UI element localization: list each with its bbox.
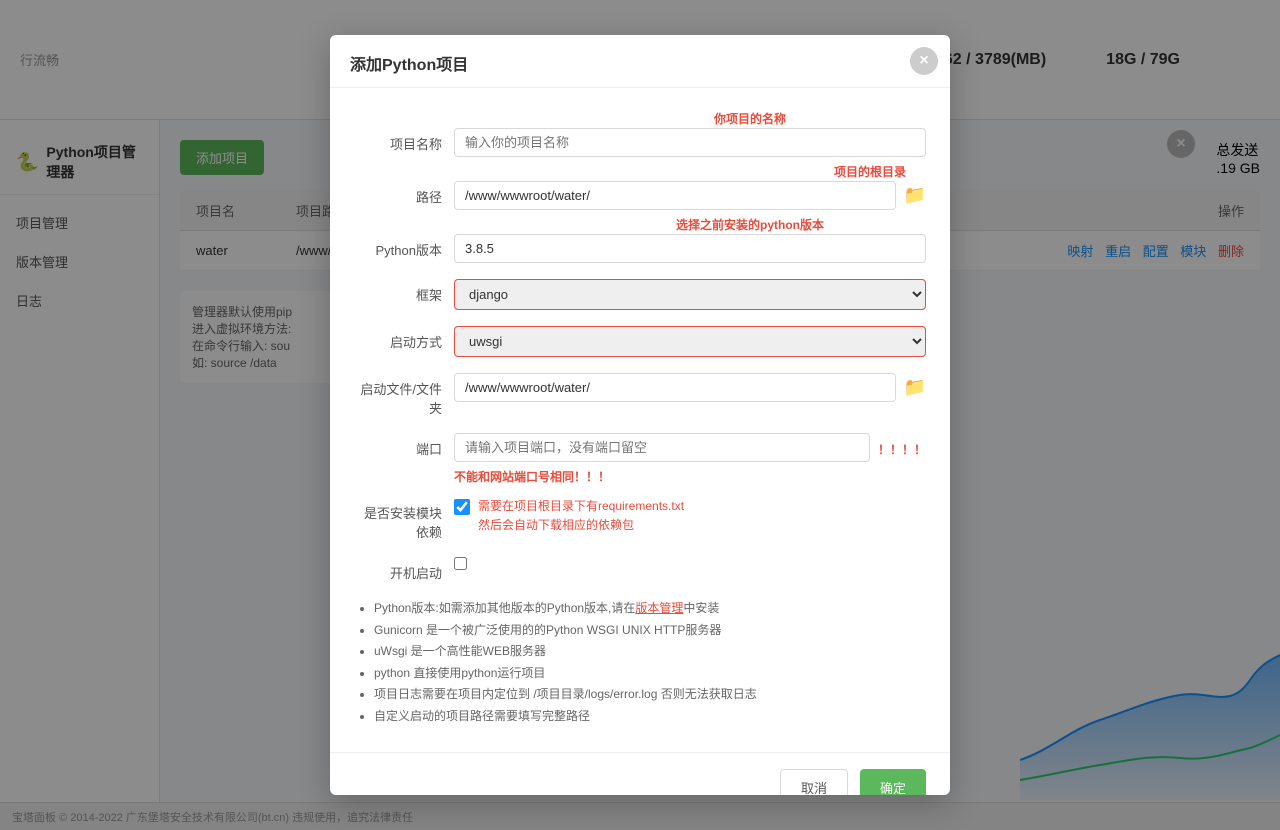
info-list: Python版本:如需添加其他版本的Python版本,请在版本管理中安装 Gun… xyxy=(354,598,926,728)
version-mgmt-link[interactable]: 版本管理 xyxy=(635,601,683,615)
path-hint: 项目的根目录 xyxy=(464,163,906,180)
info-item-4: 项目日志需要在项目内定位到 /项目目录/logs/error.log 否则无法获… xyxy=(374,684,926,706)
python-version-input[interactable] xyxy=(454,234,926,263)
form-row-install-deps: 是否安装模块依赖 需要在项目根目录下有requirements.txt 然后会自… xyxy=(354,497,926,541)
startup-mode-select[interactable]: uwsgi gunicorn python xyxy=(454,326,926,357)
form-row-framework: 框架 django flask tornado bottle python xyxy=(354,279,926,310)
startup-file-wrap: 📁 xyxy=(454,373,926,402)
install-deps-wrap: 需要在项目根目录下有requirements.txt 然后会自动下载相应的依赖包 xyxy=(454,497,684,535)
path-folder-icon[interactable]: 📁 xyxy=(904,185,926,206)
install-deps-hint: 需要在项目根目录下有requirements.txt 然后会自动下载相应的依赖包 xyxy=(478,497,684,535)
modal-title: 添加Python项目 xyxy=(330,35,950,88)
project-name-input[interactable] xyxy=(454,128,926,157)
modal-overlay: 添加Python项目 × 你项目的名称 项目名称 项目的根目录 路径 xyxy=(0,0,1280,830)
label-startup-mode: 启动方式 xyxy=(354,326,454,351)
info-item-0: Python版本:如需添加其他版本的Python版本,请在版本管理中安装 xyxy=(374,598,926,620)
form-row-python-version: 选择之前安装的python版本 Python版本 xyxy=(354,234,926,263)
startup-file-input[interactable] xyxy=(454,373,896,402)
label-auto-start: 开机启动 xyxy=(354,557,454,582)
label-path: 路径 xyxy=(354,181,454,206)
port-hint: ！！！！ xyxy=(878,433,926,458)
cancel-button[interactable]: 取消 xyxy=(780,769,848,795)
confirm-button[interactable]: 确定 xyxy=(860,769,926,795)
form-row-port: 端口 ！！！！ xyxy=(354,433,926,462)
label-python-version: Python版本 xyxy=(354,234,454,259)
form-row-path: 项目的根目录 路径 📁 xyxy=(354,181,926,210)
form-row-startup-file: 启动文件/文件夹 📁 xyxy=(354,373,926,417)
form-row-auto-start: 开机启动 xyxy=(354,557,926,582)
form-row-startup-mode: 启动方式 uwsgi gunicorn python xyxy=(354,326,926,357)
framework-select[interactable]: django flask tornado bottle python xyxy=(454,279,926,310)
startup-folder-icon[interactable]: 📁 xyxy=(904,377,926,398)
path-input-wrap: 📁 xyxy=(454,181,926,210)
info-item-5: 自定义启动的项目路径需要填写完整路径 xyxy=(374,706,926,728)
label-port: 端口 xyxy=(354,433,454,458)
info-item-3: python 直接使用python运行项目 xyxy=(374,663,926,685)
project-name-hint: 你项目的名称 xyxy=(464,110,950,127)
port-warning: 不能和网站端口号相同！！！ xyxy=(454,468,926,485)
auto-start-checkbox[interactable] xyxy=(454,557,467,570)
info-item-2: uWsgi 是一个高性能WEB服务器 xyxy=(374,641,926,663)
modal-body: 你项目的名称 项目名称 项目的根目录 路径 📁 选择之前安装的pyth xyxy=(330,88,950,752)
label-install-deps: 是否安装模块依赖 xyxy=(354,497,454,541)
python-version-hint: 选择之前安装的python版本 xyxy=(464,216,950,233)
install-deps-checkbox[interactable] xyxy=(454,499,470,515)
install-hint-2: 然后会自动下载相应的依赖包 xyxy=(478,516,684,535)
modal-dialog: 添加Python项目 × 你项目的名称 项目名称 项目的根目录 路径 xyxy=(330,35,950,795)
modal-close-button[interactable]: × xyxy=(910,47,938,75)
form-row-project-name: 你项目的名称 项目名称 xyxy=(354,128,926,157)
label-project-name: 项目名称 xyxy=(354,128,454,153)
label-startup-file: 启动文件/文件夹 xyxy=(354,373,454,417)
port-input[interactable] xyxy=(454,433,870,462)
path-input[interactable] xyxy=(454,181,896,210)
info-item-1: Gunicorn 是一个被广泛使用的的Python WSGI UNIX HTTP… xyxy=(374,620,926,642)
install-hint-1: 需要在项目根目录下有requirements.txt xyxy=(478,497,684,516)
close-icon: × xyxy=(919,52,928,70)
modal-footer: 取消 确定 xyxy=(330,752,950,795)
label-framework: 框架 xyxy=(354,279,454,304)
